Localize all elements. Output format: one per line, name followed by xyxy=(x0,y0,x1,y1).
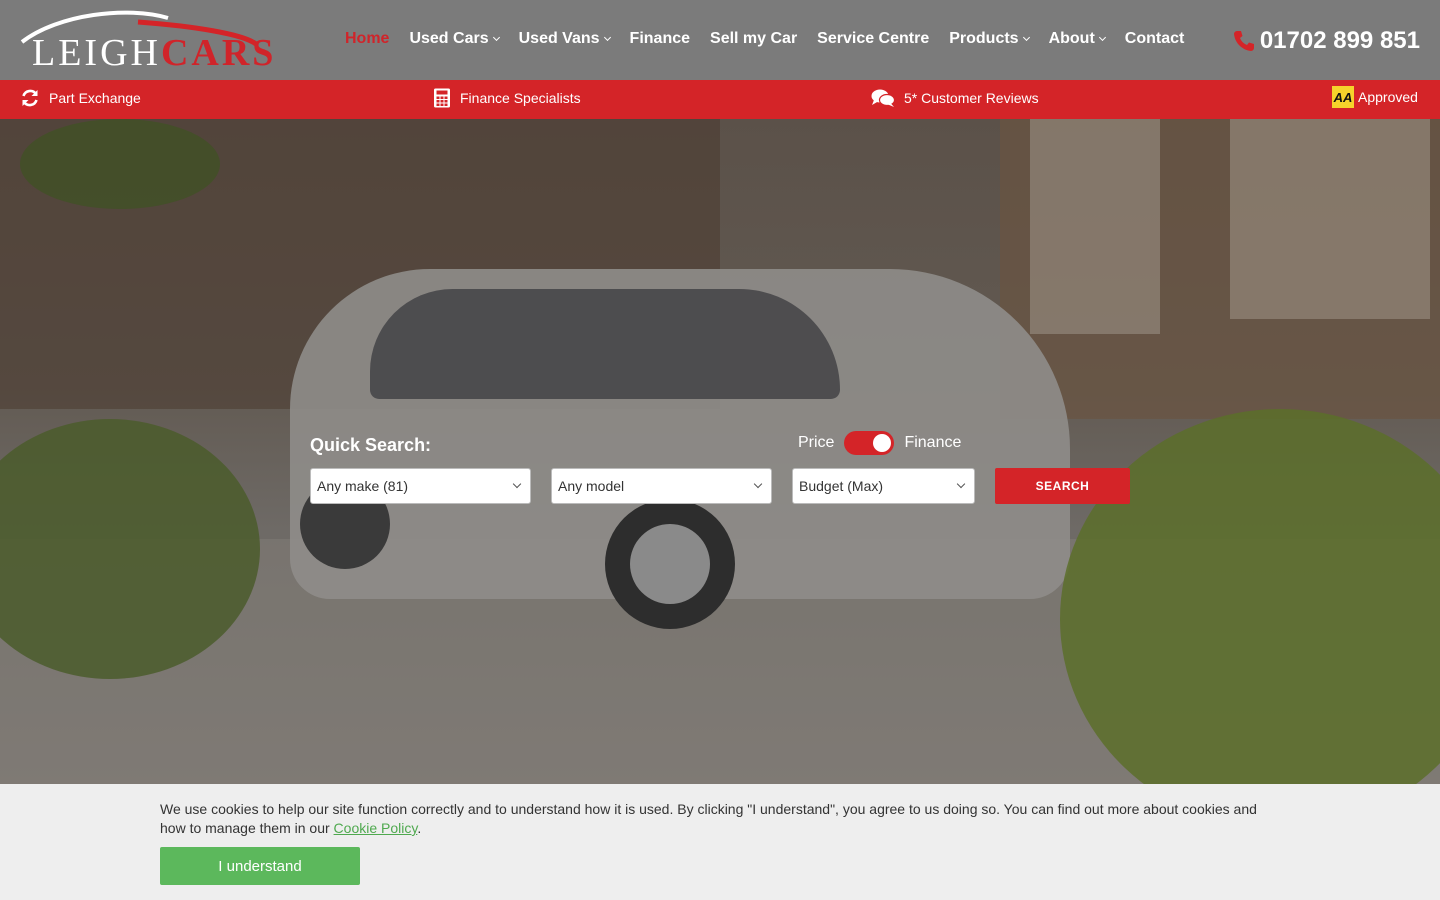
calculator-icon xyxy=(434,88,450,108)
hero-banner: Quick Search: Price Finance Any make (81… xyxy=(0,119,1440,784)
hero-bush-right xyxy=(1060,409,1440,784)
nav-used-cars[interactable]: Used Cars xyxy=(409,30,500,48)
make-select-value: Any make (81) xyxy=(317,478,409,494)
chevron-down-icon xyxy=(603,33,611,42)
search-button[interactable]: SEARCH xyxy=(995,468,1130,504)
phone-link[interactable]: 01702 899 851 xyxy=(1232,27,1420,55)
site-logo[interactable]: LEIGHCARS xyxy=(18,8,273,74)
nav-about-label: About xyxy=(1048,30,1095,47)
nav-sell-label: Sell my Car xyxy=(710,30,798,47)
feature-reviews-label: 5* Customer Reviews xyxy=(904,90,1039,106)
nav-used-vans[interactable]: Used Vans xyxy=(518,30,611,48)
chevron-down-icon xyxy=(1022,33,1030,42)
phone-number: 01702 899 851 xyxy=(1259,27,1420,54)
toggle-finance-label[interactable]: Finance xyxy=(904,434,961,452)
aa-logo-icon: AA xyxy=(1332,86,1354,108)
nav-home[interactable]: Home xyxy=(345,30,389,48)
model-select-value: Any model xyxy=(558,478,625,494)
model-select[interactable]: Any model xyxy=(551,468,772,504)
chevron-down-icon xyxy=(492,33,500,42)
chevron-down-icon xyxy=(956,479,966,489)
chevron-down-icon xyxy=(753,479,763,489)
nav-about[interactable]: About xyxy=(1048,30,1106,48)
nav-service-centre[interactable]: Service Centre xyxy=(817,30,929,48)
accept-cookies-button[interactable]: I understand xyxy=(160,847,360,885)
make-select[interactable]: Any make (81) xyxy=(310,468,531,504)
feature-finance-specialists[interactable]: Finance Specialists xyxy=(433,88,581,108)
comments-icon xyxy=(871,89,895,107)
phone-icon xyxy=(1233,31,1254,51)
hero-leaves-top xyxy=(20,119,220,209)
site-header: LEIGHCARS Home Used Cars Used Vans Finan… xyxy=(0,0,1440,80)
nav-contact[interactable]: Contact xyxy=(1125,30,1185,48)
main-nav: Home Used Cars Used Vans Finance Sell my… xyxy=(345,30,1184,48)
quick-search-label: Quick Search: xyxy=(310,435,432,455)
nav-finance-label: Finance xyxy=(629,30,691,47)
cookie-banner: We use cookies to help our site function… xyxy=(0,784,1440,900)
price-finance-toggle[interactable] xyxy=(844,431,895,455)
feature-part-exchange[interactable]: Part Exchange xyxy=(20,88,141,108)
chevron-down-icon xyxy=(512,479,522,489)
nav-home-label: Home xyxy=(345,30,390,47)
refresh-icon xyxy=(22,89,38,107)
hero-window xyxy=(1230,119,1430,319)
nav-contact-label: Contact xyxy=(1124,30,1185,47)
hero-window xyxy=(1030,119,1160,334)
feature-finance-label: Finance Specialists xyxy=(460,90,581,106)
toggle-price-label[interactable]: Price xyxy=(798,434,834,452)
chevron-down-icon xyxy=(1098,33,1106,42)
nav-products[interactable]: Products xyxy=(949,30,1030,48)
nav-service-label: Service Centre xyxy=(817,30,930,47)
toggle-knob xyxy=(873,434,892,452)
nav-finance[interactable]: Finance xyxy=(630,30,690,48)
cookie-text: We use cookies to help our site function… xyxy=(160,801,1257,836)
feature-customer-reviews[interactable]: 5* Customer Reviews xyxy=(871,88,1039,108)
nav-products-label: Products xyxy=(949,30,1019,47)
nav-used-cars-label: Used Cars xyxy=(409,30,489,47)
features-bar: Part Exchange Finance Specialists 5* Cus… xyxy=(0,80,1440,119)
feature-aa-approved[interactable]: AA Approved xyxy=(1332,86,1418,108)
price-finance-toggle-group: Price Finance xyxy=(798,431,961,455)
budget-select-value: Budget (Max) xyxy=(799,478,884,494)
logo-text-leigh: LEIGH xyxy=(32,32,161,74)
nav-used-vans-label: Used Vans xyxy=(518,30,600,47)
nav-sell-my-car[interactable]: Sell my Car xyxy=(710,30,797,48)
cookie-message: We use cookies to help our site function… xyxy=(160,800,1280,838)
cookie-text-end: . xyxy=(417,820,422,836)
feature-part-exchange-label: Part Exchange xyxy=(49,90,141,106)
budget-select[interactable]: Budget (Max) xyxy=(792,468,975,504)
hero-car-windows xyxy=(370,289,840,399)
logo-text-cars: CARS xyxy=(160,32,277,74)
hero-car-rim xyxy=(630,524,710,604)
aa-approved-label: Approved xyxy=(1358,89,1418,105)
cookie-policy-link[interactable]: Cookie Policy xyxy=(334,820,418,836)
